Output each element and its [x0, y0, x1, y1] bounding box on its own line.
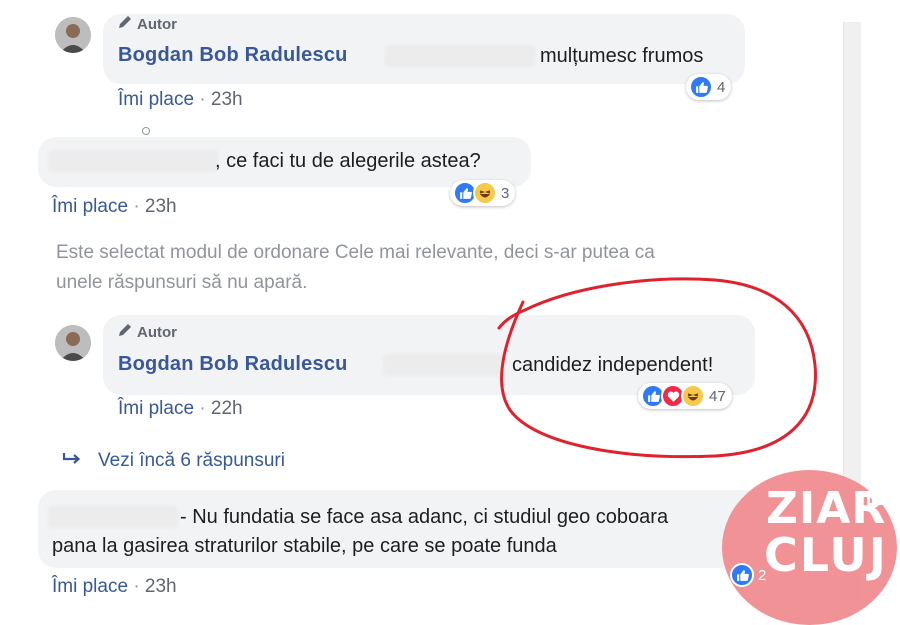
- comment-text-line1: - Nu fundatia se face asa adanc, ci stud…: [180, 506, 669, 528]
- separator: ·: [133, 576, 140, 597]
- comment-text: , ce faci tu de alegerile astea?: [215, 150, 481, 172]
- timestamp[interactable]: 23h: [145, 196, 177, 217]
- pencil-icon: [117, 322, 133, 342]
- comment-actions: Îmi place · 23h: [52, 576, 177, 598]
- like-reaction-icon: [689, 75, 713, 99]
- redacted-text: [385, 45, 535, 67]
- reaction-summary[interactable]: 3: [450, 180, 516, 206]
- commenter-name[interactable]: Bogdan Bob Radulescu: [118, 44, 348, 67]
- red-annotation-circle: [497, 277, 817, 459]
- comment-actions: Îmi place · 23h: [52, 196, 177, 218]
- like-reaction-icon: [730, 563, 754, 587]
- reaction-count: 4: [717, 78, 726, 96]
- reply-arrow-icon: [62, 450, 82, 472]
- comment-actions: Îmi place · 23h: [118, 89, 243, 111]
- view-more-replies[interactable]: Vezi încă 6 răspunsuri: [62, 450, 285, 472]
- reaction-summary[interactable]: 2: [727, 562, 772, 588]
- redacted-name: [48, 506, 178, 528]
- like-link[interactable]: Îmi place: [118, 89, 194, 110]
- thread-dot: [142, 127, 150, 135]
- haha-reaction-icon: [473, 181, 497, 205]
- view-more-replies-label: Vezi încă 6 răspunsuri: [98, 450, 285, 471]
- like-link[interactable]: Îmi place: [52, 196, 128, 217]
- reaction-count: 3: [501, 184, 510, 202]
- timestamp[interactable]: 22h: [211, 398, 243, 419]
- separator: ·: [199, 398, 206, 419]
- author-badge-label: Autor: [137, 323, 177, 341]
- redacted-name: [48, 150, 218, 172]
- like-link[interactable]: Îmi place: [52, 576, 128, 597]
- comment-text: mulțumesc frumos: [540, 45, 704, 67]
- reaction-summary[interactable]: 4: [686, 74, 732, 100]
- comment-actions: Îmi place · 22h: [118, 398, 243, 420]
- comment-text-line2: pana la gasirea straturilor stabile, pe …: [52, 535, 557, 557]
- avatar[interactable]: [55, 17, 91, 53]
- timestamp[interactable]: 23h: [211, 89, 243, 110]
- separator: ·: [133, 196, 140, 217]
- author-badge: Autor: [117, 14, 177, 34]
- reaction-count: 2: [758, 566, 767, 584]
- logo-word-cluj: CLUJ: [764, 528, 888, 582]
- avatar[interactable]: [55, 325, 91, 361]
- timestamp[interactable]: 23h: [145, 576, 177, 597]
- sorting-notice-line1: Este selectat modul de ordonare Cele mai…: [56, 242, 655, 263]
- author-badge: Autor: [117, 322, 177, 342]
- like-link[interactable]: Îmi place: [118, 398, 194, 419]
- commenter-name[interactable]: Bogdan Bob Radulescu: [118, 353, 348, 376]
- author-badge-label: Autor: [137, 15, 177, 33]
- pencil-icon: [117, 14, 133, 34]
- logo-superscript: DE: [866, 493, 888, 509]
- separator: ·: [199, 89, 206, 110]
